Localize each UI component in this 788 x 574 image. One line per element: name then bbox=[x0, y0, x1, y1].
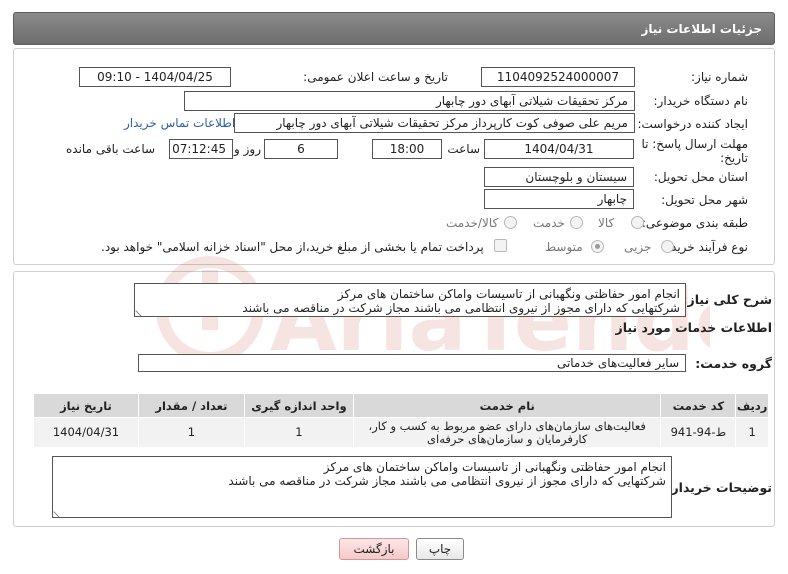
province-field[interactable]: سیستان و بلوچستان bbox=[484, 167, 634, 187]
announce-date-label: تاریخ و ساعت اعلان عمومی: bbox=[303, 70, 448, 84]
buyer-contact-link[interactable]: اطلاعات تماس خریدار bbox=[124, 116, 235, 130]
treasury-payment-note: پرداخت تمام یا بخشی از مبلغ خرید،از محل … bbox=[101, 240, 484, 254]
process-minor-radio[interactable] bbox=[661, 240, 674, 253]
table-header-row: ردیف کد خدمت نام خدمت واحد اندازه گیری ت… bbox=[33, 393, 769, 418]
city-label: شهر محل تحویل: bbox=[661, 193, 748, 207]
category-goods-service-radio[interactable] bbox=[504, 216, 517, 229]
category-goods-service-label: کالا/خدمت bbox=[446, 216, 499, 230]
summary-line-2: شرکتهایی که دارای مجوز از نیروی انتظامی … bbox=[242, 301, 680, 315]
category-goods-radio[interactable] bbox=[631, 216, 644, 229]
remaining-time-field[interactable]: 07:12:45 bbox=[169, 139, 233, 159]
cell-row: 1 bbox=[735, 417, 769, 448]
buyer-notes-label: توضیحات خریدار: bbox=[666, 480, 772, 495]
page-header: جزئیات اطلاعات نیاز bbox=[13, 12, 775, 45]
province-label: استان محل تحویل: bbox=[653, 170, 748, 184]
summary-line-1: انجام امور حفاظتی ونگهبانی از تاسیسات وا… bbox=[337, 287, 680, 301]
services-section-title: اطلاعات خدمات مورد نیاز bbox=[615, 320, 773, 335]
col-row: ردیف bbox=[735, 393, 769, 418]
summary-textarea[interactable]: انجام امور حفاظتی ونگهبانی از تاسیسات وا… bbox=[134, 283, 686, 317]
buyer-org-label: نام دستگاه خریدار: bbox=[653, 94, 749, 108]
cell-name-line-1: فعالیت‌های سازمان‌های دارای عضو مربوط به… bbox=[368, 418, 646, 433]
deadline-time-field[interactable]: 18:00 bbox=[372, 139, 442, 159]
days-label: روز و bbox=[234, 142, 261, 156]
treasury-payment-checkbox[interactable] bbox=[494, 239, 507, 252]
process-type-label: نوع فرآیند خرید : bbox=[663, 240, 748, 254]
remaining-time-label: ساعت باقی مانده bbox=[66, 142, 156, 156]
print-button[interactable]: چاپ bbox=[416, 538, 464, 560]
cell-code: ط-94-941 bbox=[660, 417, 737, 448]
cell-name: فعالیت‌های سازمان‌های دارای عضو مربوط به… bbox=[352, 417, 662, 448]
col-code: کد خدمت bbox=[660, 393, 737, 418]
service-group-field[interactable]: سایر فعالیت‌های خدماتی bbox=[138, 354, 686, 372]
announce-date-field[interactable]: 1404/04/25 - 09:10 bbox=[79, 67, 231, 87]
services-table: ردیف کد خدمت نام خدمت واحد اندازه گیری ت… bbox=[33, 393, 769, 448]
buyer-notes-textarea[interactable]: انجام امور حفاظتی ونگهبانی از تاسیسات وا… bbox=[52, 456, 672, 518]
service-group-label: گروه خدمت: bbox=[695, 356, 772, 371]
creator-field[interactable]: مریم علی صوفی کوت کارپرداز مرکز تحقیقات … bbox=[234, 113, 635, 133]
cell-name-line-2: کارفرمایان و سازمان‌های حرفه‌ای bbox=[427, 431, 588, 446]
process-medium-label: متوسط bbox=[545, 240, 583, 254]
days-remaining-field[interactable]: 6 bbox=[264, 139, 338, 159]
creator-label: ایجاد کننده درخواست: bbox=[637, 117, 748, 131]
category-service-radio[interactable] bbox=[570, 216, 583, 229]
city-field[interactable]: چابهار bbox=[484, 189, 634, 209]
back-button[interactable]: بازگشت bbox=[339, 538, 409, 560]
deadline-date-field[interactable]: 1404/04/31 bbox=[484, 139, 634, 159]
cell-unit: 1 bbox=[243, 417, 354, 448]
need-number-label: شماره نیاز: bbox=[691, 70, 748, 84]
cell-qty: 1 bbox=[137, 417, 245, 448]
category-service-label: خدمت bbox=[533, 216, 565, 230]
resize-grip-icon[interactable] bbox=[53, 506, 65, 517]
col-unit: واحد اندازه گیری bbox=[243, 393, 354, 418]
table-row: 1 ط-94-941 فعالیت‌های سازمان‌های دارای ع… bbox=[33, 417, 769, 448]
need-number-field[interactable]: 1104092524000007 bbox=[481, 67, 635, 87]
process-minor-label: جزیی bbox=[624, 240, 652, 254]
deadline-label: مهلت ارسال پاسخ: تا تاریخ: bbox=[641, 137, 748, 165]
buyer-notes-line-1: انجام امور حفاظتی ونگهبانی از تاسیسات وا… bbox=[323, 460, 666, 474]
buyer-notes-line-2: شرکتهایی که دارای مجوز از نیروی انتظامی … bbox=[228, 474, 666, 488]
category-goods-label: کالا bbox=[598, 216, 615, 230]
col-name: نام خدمت bbox=[352, 393, 662, 418]
deadline-time-label: ساعت bbox=[447, 142, 480, 156]
buyer-org-field[interactable]: مرکز تحقیقات شیلاتی آبهای دور چابهار bbox=[184, 91, 635, 111]
page-title: جزئیات اطلاعات نیاز bbox=[641, 22, 762, 36]
category-label: طبقه بندی موضوعی: bbox=[641, 216, 748, 230]
col-date: تاریخ نیاز bbox=[33, 393, 139, 418]
col-qty: تعداد / مقدار bbox=[137, 393, 245, 418]
cell-date: 1404/04/31 bbox=[33, 417, 139, 448]
process-medium-radio[interactable] bbox=[591, 240, 604, 253]
summary-label: شرح کلی نیاز: bbox=[682, 292, 772, 307]
